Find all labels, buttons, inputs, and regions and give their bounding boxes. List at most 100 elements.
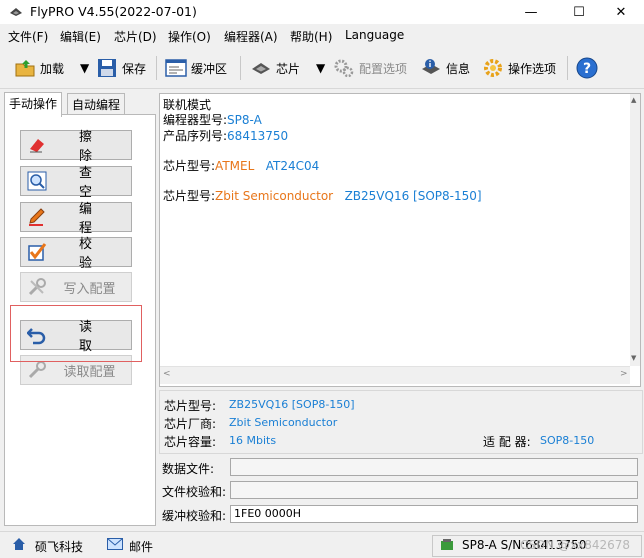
- blank-check-label: 查空: [78, 166, 120, 200]
- scroll-left-icon[interactable]: <: [163, 369, 171, 379]
- chip2-vendor: Zbit Semiconductor: [215, 189, 334, 203]
- magnifier-icon: [26, 170, 48, 192]
- save-button[interactable]: 保存: [96, 54, 146, 82]
- tab-auto[interactable]: 自动编程: [67, 93, 126, 116]
- tools-icon: [26, 276, 48, 298]
- toolbar-divider: [240, 56, 241, 80]
- buffer-button[interactable]: 缓冲区: [165, 54, 227, 82]
- detail-chip-model-value: ZB25VQ16 [SOP8-150]: [229, 398, 355, 411]
- erase-button[interactable]: 擦除: [20, 130, 132, 164]
- help-icon: ?: [576, 57, 598, 79]
- programmer-model-value: SP8-A: [227, 113, 262, 127]
- save-disk-icon: [96, 57, 118, 79]
- write-config-button[interactable]: 写入配置: [20, 272, 132, 302]
- chip-info-icon: [420, 57, 442, 79]
- file-checksum-label: 文件校验和:: [162, 485, 227, 499]
- horizontal-scrollbar[interactable]: < >: [160, 366, 630, 384]
- status-bar: 硕飞科技 邮件 SP8-A S/N:68413750 CSDN @xx84267…: [0, 531, 644, 558]
- device-connected-icon: [440, 538, 454, 555]
- menu-bar: 文件(F) 编辑(E) 芯片(D) 操作(O) 编程器(A) 帮助(H) Lan…: [0, 26, 644, 46]
- serial-value: 68413750: [227, 129, 289, 143]
- menu-language[interactable]: Language: [345, 28, 404, 42]
- detail-capacity-label: 芯片容量:: [164, 435, 217, 449]
- window-title: FlyPRO V4.55(2022-07-01): [30, 4, 197, 19]
- toolbar: 加载 ▼ 保存 缓冲区 芯片 ▼ 配置选项 信息 操作选项 ?: [0, 48, 644, 89]
- detail-vendor-value: Zbit Semiconductor: [229, 416, 338, 429]
- folder-open-icon: [14, 57, 36, 79]
- info-log-panel: 联机模式 编程器型号:SP8-A 产品序列号:68413750 芯片型号:ATM…: [159, 93, 641, 387]
- svg-text:?: ?: [583, 61, 591, 77]
- menu-help[interactable]: 帮助(H): [290, 28, 332, 45]
- watermark: CSDN @xx842678: [520, 538, 631, 552]
- scroll-right-icon[interactable]: >: [620, 369, 628, 379]
- serial-label: 产品序列号:: [163, 129, 228, 143]
- op-options-button[interactable]: 操作选项: [482, 54, 556, 82]
- write-config-label: 写入配置: [63, 281, 116, 297]
- program-button[interactable]: 编程: [20, 202, 132, 236]
- highlight-box: [10, 305, 142, 362]
- file-checksum-field[interactable]: [230, 481, 638, 499]
- chip-icon: [250, 57, 272, 79]
- buffer-editor-icon: [165, 57, 187, 79]
- chip-dropdown-button[interactable]: ▼: [316, 54, 325, 82]
- data-file-field[interactable]: [230, 458, 638, 476]
- toolbar-divider: [567, 56, 568, 80]
- pencil-icon: [26, 206, 48, 228]
- menu-operation[interactable]: 操作(O): [168, 28, 211, 45]
- eraser-icon: [26, 134, 48, 156]
- chip2-model: ZB25VQ16 [SOP8-150]: [344, 189, 482, 203]
- mail-link[interactable]: 邮件: [129, 538, 153, 555]
- menu-edit[interactable]: 编辑(E): [60, 28, 101, 45]
- serial-line: 产品序列号:68413750: [163, 127, 288, 144]
- checkbox-check-icon: [26, 241, 48, 263]
- buffer-checksum-field[interactable]: 1FE0 0000H: [230, 505, 638, 523]
- program-label: 编程: [78, 202, 120, 236]
- erase-label: 擦除: [78, 130, 120, 164]
- blank-check-button[interactable]: 查空: [20, 166, 132, 200]
- chip2-label: 芯片型号:: [163, 189, 216, 203]
- menu-programmer[interactable]: 编程器(A): [224, 28, 278, 45]
- maximize-button[interactable]: ☐: [556, 0, 602, 24]
- scroll-up-icon[interactable]: ▲: [631, 96, 636, 104]
- home-icon[interactable]: [12, 537, 26, 554]
- programmer-model-label: 编程器型号:: [163, 113, 228, 127]
- scroll-down-icon[interactable]: ▼: [631, 354, 636, 362]
- detail-adapter-label: 适 配 器:: [483, 435, 531, 449]
- chip1-line: 芯片型号:ATMEL AT24C04: [163, 157, 319, 174]
- chip-label: 芯片: [276, 61, 301, 76]
- chip1-model: AT24C04: [265, 159, 320, 173]
- tab-manual[interactable]: 手动操作: [4, 92, 63, 117]
- load-dropdown-button[interactable]: ▼: [80, 54, 89, 82]
- verify-label: 校验: [78, 237, 120, 271]
- chevron-down-icon: ▼: [316, 61, 326, 75]
- op-options-label: 操作选项: [508, 61, 557, 76]
- help-button[interactable]: ?: [576, 54, 602, 82]
- mail-icon[interactable]: [107, 538, 123, 553]
- app-logo-icon: [10, 8, 22, 16]
- vertical-scrollbar[interactable]: ▲ ▼: [630, 94, 640, 366]
- chip1-vendor: ATMEL: [215, 159, 255, 173]
- detail-adapter-value: SOP8-150: [540, 434, 595, 447]
- detail-capacity-value: 16 Mbits: [229, 434, 277, 447]
- close-button[interactable]: ✕: [598, 0, 644, 24]
- menu-chip[interactable]: 芯片(D): [114, 28, 157, 45]
- config-options-button[interactable]: 配置选项: [333, 54, 407, 82]
- chip1-label: 芯片型号:: [163, 159, 216, 173]
- chevron-down-icon: ▼: [80, 61, 90, 75]
- company-link[interactable]: 硕飞科技: [35, 538, 83, 555]
- toolbar-divider: [156, 56, 157, 80]
- programmer-model-line: 编程器型号:SP8-A: [163, 111, 262, 128]
- minimize-button[interactable]: —: [508, 0, 554, 24]
- data-file-label: 数据文件:: [162, 462, 215, 476]
- menu-file[interactable]: 文件(F): [8, 28, 48, 45]
- read-config-label: 读取配置: [63, 364, 116, 380]
- verify-button[interactable]: 校验: [20, 237, 132, 271]
- config-options-label: 配置选项: [359, 61, 408, 76]
- save-label: 保存: [122, 61, 147, 76]
- buffer-checksum-label: 缓冲校验和:: [162, 509, 227, 523]
- load-button[interactable]: 加载: [14, 54, 64, 82]
- chip-button[interactable]: 芯片: [250, 54, 300, 82]
- gear-icon: [482, 57, 504, 79]
- buffer-label: 缓冲区: [191, 61, 228, 76]
- info-button[interactable]: 信息: [420, 54, 470, 82]
